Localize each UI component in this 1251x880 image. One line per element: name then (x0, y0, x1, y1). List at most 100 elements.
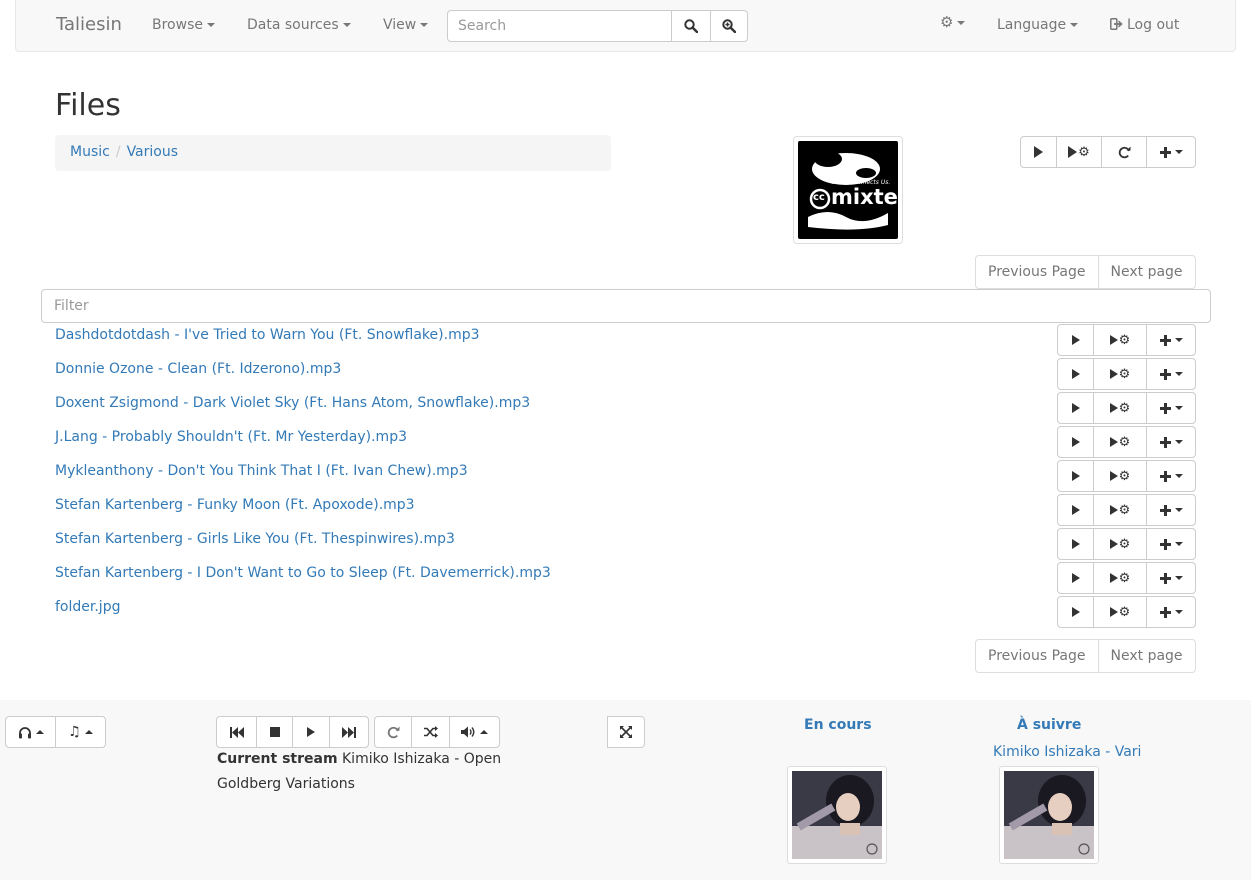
up-next-title[interactable]: Kimiko Ishizaka - Variations (993, 744, 1141, 760)
chevron-down-icon (1174, 406, 1183, 410)
data-sources-menu[interactable]: Data sources (247, 17, 351, 33)
chevron-down-icon (1174, 150, 1183, 154)
breadcrumb-item-various[interactable]: Various (127, 144, 178, 160)
browse-menu[interactable]: Browse (152, 17, 215, 33)
play-file-button[interactable] (1057, 494, 1094, 526)
advanced-search-button[interactable] (710, 10, 748, 42)
play-file-button[interactable] (1057, 324, 1094, 356)
fullscreen-control (607, 716, 645, 748)
play-file-button[interactable] (1057, 562, 1094, 594)
play-file-button[interactable] (1057, 358, 1094, 390)
next-button[interactable] (329, 716, 369, 748)
up-next-cover[interactable] (999, 766, 1099, 864)
gear-icon: ⚙ (1118, 400, 1131, 416)
add-file-dropdown[interactable] (1146, 562, 1196, 594)
breadcrumb-item-music[interactable]: Music (70, 144, 110, 160)
add-folder-dropdown[interactable] (1146, 136, 1196, 168)
add-file-dropdown[interactable] (1146, 494, 1196, 526)
add-file-dropdown[interactable] (1146, 426, 1196, 458)
add-file-dropdown[interactable] (1146, 596, 1196, 628)
play-icon (1071, 437, 1080, 447)
list-item: Doxent Zsigmond - Dark Violet Sky (Ft. H… (55, 392, 1196, 426)
browse-menu-label: Browse (152, 17, 203, 33)
plus-icon (1159, 402, 1171, 414)
next-page-button[interactable]: Next page (1097, 255, 1196, 289)
play-folder-button[interactable] (1020, 136, 1057, 168)
play-button[interactable] (292, 716, 330, 748)
play-file-options-button[interactable]: ⚙ (1093, 562, 1147, 594)
play-file-options-button[interactable]: ⚙ (1093, 460, 1147, 492)
filter-input[interactable] (41, 289, 1211, 323)
file-link[interactable]: Doxent Zsigmond - Dark Violet Sky (Ft. H… (55, 395, 530, 411)
fullscreen-button[interactable] (607, 716, 645, 748)
file-link[interactable]: Dashdotdotdash - I've Tried to Warn You … (55, 327, 480, 343)
play-file-button[interactable] (1057, 528, 1094, 560)
volume-button[interactable] (449, 716, 500, 748)
play-file-options-button[interactable]: ⚙ (1093, 494, 1147, 526)
list-item: Stefan Kartenberg - Funky Moon (Ft. Apox… (55, 494, 1196, 528)
play-folder-options-button[interactable]: ⚙ (1056, 136, 1102, 168)
plus-icon (1159, 504, 1171, 516)
play-file-options-button[interactable]: ⚙ (1093, 358, 1147, 390)
play-file-options-button[interactable]: ⚙ (1093, 392, 1147, 424)
search-input[interactable] (447, 10, 672, 42)
play-icon (1071, 573, 1080, 583)
file-link[interactable]: Stefan Kartenberg - I Don't Want to Go t… (55, 565, 551, 581)
add-file-dropdown[interactable] (1146, 324, 1196, 356)
file-actions: ⚙ (1057, 494, 1196, 526)
play-file-button[interactable] (1057, 392, 1094, 424)
breadcrumb-separator: / (115, 144, 121, 160)
play-file-button[interactable] (1057, 426, 1094, 458)
add-file-dropdown[interactable] (1146, 460, 1196, 492)
chevron-down-icon (342, 23, 351, 27)
plus-icon (1159, 606, 1171, 618)
chevron-down-icon (1070, 23, 1079, 27)
playlist-menu-button[interactable]: ♫ (55, 716, 106, 748)
pager-top: Previous Page Next page (975, 255, 1196, 289)
list-item: folder.jpg ⚙ (55, 596, 1196, 630)
file-actions: ⚙ (1057, 528, 1196, 560)
add-file-dropdown[interactable] (1146, 392, 1196, 424)
play-file-options-button[interactable]: ⚙ (1093, 324, 1147, 356)
logout-link[interactable]: Log out (1110, 17, 1179, 33)
add-file-dropdown[interactable] (1146, 528, 1196, 560)
previous-button[interactable] (216, 716, 257, 748)
transport-controls (216, 716, 369, 748)
file-link[interactable]: J.Lang - Probably Shouldn't (Ft. Mr Yest… (55, 429, 407, 445)
stream-menu-button[interactable] (5, 716, 56, 748)
list-item: J.Lang - Probably Shouldn't (Ft. Mr Yest… (55, 426, 1196, 460)
stop-button[interactable] (256, 716, 293, 748)
chevron-down-icon (1174, 508, 1183, 512)
shuffle-button[interactable] (411, 716, 450, 748)
settings-menu[interactable]: ⚙ (940, 15, 966, 31)
next-page-button[interactable]: Next page (1097, 639, 1196, 673)
pager-bottom: Previous Page Next page (975, 639, 1196, 673)
refresh-folder-button[interactable] (1101, 136, 1147, 168)
play-file-button[interactable] (1057, 596, 1094, 628)
now-playing-cover[interactable] (787, 766, 887, 864)
play-icon (1109, 471, 1118, 481)
language-menu[interactable]: Language (997, 17, 1079, 33)
chevron-down-icon (957, 21, 966, 25)
headphones-icon (18, 726, 31, 738)
play-icon (1109, 607, 1118, 617)
add-file-dropdown[interactable] (1146, 358, 1196, 390)
view-menu[interactable]: View (383, 17, 429, 33)
previous-page-button[interactable]: Previous Page (975, 639, 1099, 673)
previous-page-button[interactable]: Previous Page (975, 255, 1099, 289)
file-actions: ⚙ (1057, 596, 1196, 628)
file-link[interactable]: Mykleanthony - Don't You Think That I (F… (55, 463, 468, 479)
play-file-button[interactable] (1057, 460, 1094, 492)
file-link[interactable]: Donnie Ozone - Clean (Ft. Idzerono).mp3 (55, 361, 341, 377)
brand-link[interactable]: Taliesin (56, 14, 122, 35)
up-next-heading: À suivre (1017, 717, 1082, 733)
repeat-button[interactable] (374, 716, 412, 748)
search-button[interactable] (671, 10, 711, 42)
play-file-options-button[interactable]: ⚙ (1093, 528, 1147, 560)
play-file-options-button[interactable]: ⚙ (1093, 426, 1147, 458)
file-link[interactable]: folder.jpg (55, 599, 120, 615)
file-link[interactable]: Stefan Kartenberg - Girls Like You (Ft. … (55, 531, 455, 547)
gear-icon: ⚙ (1118, 570, 1131, 586)
file-link[interactable]: Stefan Kartenberg - Funky Moon (Ft. Apox… (55, 497, 415, 513)
play-file-options-button[interactable]: ⚙ (1093, 596, 1147, 628)
